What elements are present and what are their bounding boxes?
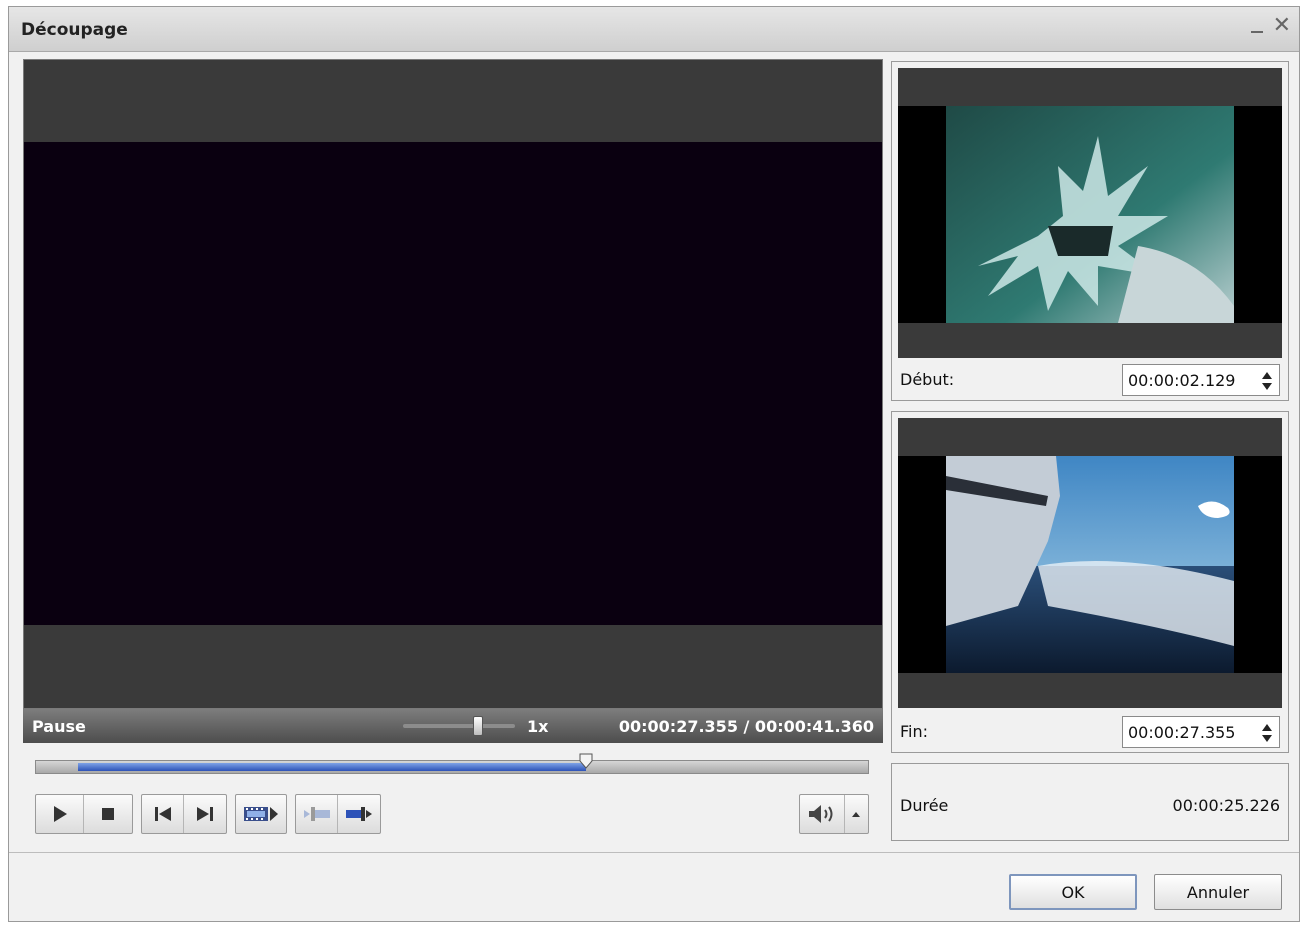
start-label: Début: (900, 370, 955, 389)
playback-status: Pause (32, 717, 86, 736)
title-bar[interactable]: Découpage ✕ (9, 7, 1299, 52)
video-screen[interactable] (24, 142, 882, 625)
minimize-icon[interactable] (1249, 17, 1265, 35)
set-start-icon (303, 807, 330, 821)
playback-controls (35, 794, 133, 834)
start-frame-image (898, 106, 1282, 323)
time-readout: 00:00:27.355 / 00:00:41.360 (618, 717, 874, 736)
play-selection-group (235, 794, 287, 834)
close-icon[interactable]: ✕ (1273, 15, 1291, 37)
volume-button[interactable] (800, 795, 845, 833)
play-button[interactable] (36, 795, 84, 833)
playhead-handle[interactable] (579, 753, 593, 769)
speaker-icon (808, 805, 833, 823)
divider (9, 852, 1299, 853)
frame-controls (141, 794, 227, 834)
speed-value: 1x (527, 717, 549, 736)
skip-back-icon (154, 807, 171, 821)
start-time-value: 00:00:02.129 (1128, 371, 1236, 390)
timeline-selection (78, 763, 586, 771)
start-preview-panel: Début: 00:00:02.129 (891, 61, 1289, 401)
spinner-icon[interactable] (1261, 369, 1273, 393)
end-preview-panel: Fin: 00:00:27.355 (891, 411, 1289, 753)
ok-button[interactable]: OK (1009, 874, 1137, 910)
film-play-icon (244, 807, 278, 821)
next-frame-button[interactable] (184, 795, 226, 833)
marker-controls (295, 794, 381, 834)
end-time-input[interactable]: 00:00:27.355 (1122, 716, 1280, 748)
skip-forward-icon (197, 807, 213, 821)
end-frame-picture (898, 456, 1282, 673)
video-player (23, 59, 883, 709)
stop-button[interactable] (84, 795, 132, 833)
volume-controls (799, 794, 869, 834)
end-frame-image (898, 456, 1282, 673)
spinner-icon[interactable] (1261, 721, 1273, 745)
speed-slider-thumb[interactable] (473, 716, 483, 736)
set-end-button[interactable] (338, 795, 380, 833)
chevron-up-icon (852, 812, 861, 817)
start-time-input[interactable]: 00:00:02.129 (1122, 364, 1280, 396)
stop-icon (102, 808, 114, 820)
set-end-icon (346, 807, 372, 821)
end-frame-preview (898, 418, 1282, 708)
play-icon (53, 806, 67, 822)
speed-slider[interactable] (403, 724, 515, 728)
timeline-slider[interactable] (35, 753, 869, 774)
set-start-button[interactable] (296, 795, 339, 833)
trim-dialog: Découpage ✕ Pause 1x 00:00:27.355 / 00:0… (8, 6, 1300, 922)
end-time-value: 00:00:27.355 (1128, 723, 1236, 742)
duration-panel: Durée 00:00:25.226 (891, 763, 1289, 841)
duration-value: 00:00:25.226 (1172, 796, 1280, 815)
start-frame-preview (898, 68, 1282, 358)
end-label: Fin: (900, 722, 929, 741)
window-title: Découpage (21, 20, 128, 40)
player-status-bar: Pause 1x 00:00:27.355 / 00:00:41.360 (23, 709, 883, 743)
start-frame-picture (898, 106, 1282, 323)
duration-label: Durée (900, 796, 949, 815)
cancel-button[interactable]: Annuler (1154, 874, 1282, 910)
volume-menu-button[interactable] (845, 795, 868, 833)
play-selection-button[interactable] (236, 795, 286, 833)
previous-frame-button[interactable] (142, 795, 185, 833)
